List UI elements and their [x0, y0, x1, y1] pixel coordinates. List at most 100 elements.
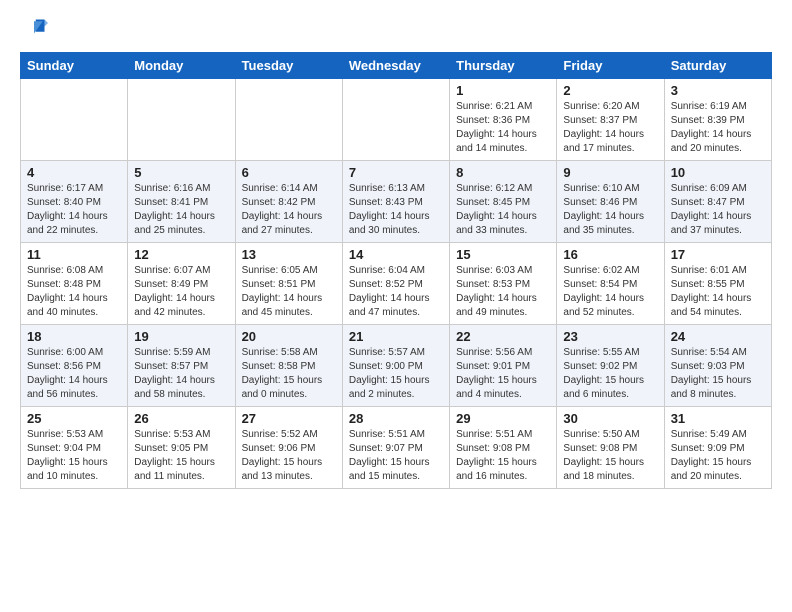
- day-info: Sunrise: 5:55 AM Sunset: 9:02 PM Dayligh…: [563, 346, 657, 402]
- day-info: Sunrise: 5:50 AM Sunset: 9:08 PM Dayligh…: [563, 428, 657, 484]
- day-cell: [21, 79, 128, 161]
- day-number: 18: [27, 329, 121, 344]
- day-number: 28: [349, 411, 443, 426]
- day-cell: [128, 79, 235, 161]
- day-cell: 4 Sunrise: 6:17 AM Sunset: 8:40 PM Daylig…: [21, 161, 128, 243]
- day-number: 12: [134, 247, 228, 262]
- day-cell: 31Sunrise: 5:49 AM Sunset: 9:09 PM Dayli…: [664, 407, 771, 489]
- day-cell: 13Sunrise: 6:05 AM Sunset: 8:51 PM Dayli…: [235, 243, 342, 325]
- day-info: Sunrise: 5:49 AM Sunset: 9:09 PM Dayligh…: [671, 428, 765, 484]
- weekday-header-saturday: Saturday: [664, 53, 771, 79]
- day-number: 10: [671, 165, 765, 180]
- day-number: 3: [671, 83, 765, 98]
- day-info: Sunrise: 5:51 AM Sunset: 9:07 PM Dayligh…: [349, 428, 443, 484]
- day-cell: 1 Sunrise: 6:21 AM Sunset: 8:36 PM Daylig…: [450, 79, 557, 161]
- day-cell: 9 Sunrise: 6:10 AM Sunset: 8:46 PM Daylig…: [557, 161, 664, 243]
- day-number: 4: [27, 165, 121, 180]
- day-info: Sunrise: 6:07 AM Sunset: 8:49 PM Dayligh…: [134, 264, 228, 320]
- week-row-5: 25 Sunrise: 5:53 AM Sunset: 9:04 PM Dayli…: [21, 407, 772, 489]
- day-cell: 25 Sunrise: 5:53 AM Sunset: 9:04 PM Dayli…: [21, 407, 128, 489]
- day-cell: 3 Sunrise: 6:19 AM Sunset: 8:39 PM Daylig…: [664, 79, 771, 161]
- header: [20, 16, 772, 44]
- weekday-header-friday: Friday: [557, 53, 664, 79]
- day-cell: 24Sunrise: 5:54 AM Sunset: 9:03 PM Dayli…: [664, 325, 771, 407]
- day-cell: 27Sunrise: 5:52 AM Sunset: 9:06 PM Dayli…: [235, 407, 342, 489]
- day-cell: 28 Sunrise: 5:51 AM Sunset: 9:07 PM Dayli…: [342, 407, 449, 489]
- day-info: Sunrise: 5:53 AM Sunset: 9:05 PM Dayligh…: [134, 428, 228, 484]
- day-cell: 23Sunrise: 5:55 AM Sunset: 9:02 PM Dayli…: [557, 325, 664, 407]
- day-info: Sunrise: 6:13 AM Sunset: 8:43 PM Dayligh…: [349, 182, 443, 238]
- day-info: Sunrise: 6:01 AM Sunset: 8:55 PM Dayligh…: [671, 264, 765, 320]
- weekday-header-monday: Monday: [128, 53, 235, 79]
- day-info: Sunrise: 6:20 AM Sunset: 8:37 PM Dayligh…: [563, 100, 657, 156]
- day-info: Sunrise: 6:04 AM Sunset: 8:52 PM Dayligh…: [349, 264, 443, 320]
- day-info: Sunrise: 6:03 AM Sunset: 8:53 PM Dayligh…: [456, 264, 550, 320]
- day-info: Sunrise: 5:53 AM Sunset: 9:04 PM Dayligh…: [27, 428, 121, 484]
- weekday-header-sunday: Sunday: [21, 53, 128, 79]
- weekday-header-wednesday: Wednesday: [342, 53, 449, 79]
- day-number: 14: [349, 247, 443, 262]
- day-cell: 15 Sunrise: 6:03 AM Sunset: 8:53 PM Dayli…: [450, 243, 557, 325]
- day-cell: 29Sunrise: 5:51 AM Sunset: 9:08 PM Dayli…: [450, 407, 557, 489]
- day-info: Sunrise: 5:57 AM Sunset: 9:00 PM Dayligh…: [349, 346, 443, 402]
- day-cell: 10 Sunrise: 6:09 AM Sunset: 8:47 PM Dayli…: [664, 161, 771, 243]
- day-info: Sunrise: 5:56 AM Sunset: 9:01 PM Dayligh…: [456, 346, 550, 402]
- day-number: 26: [134, 411, 228, 426]
- day-number: 16: [563, 247, 657, 262]
- day-number: 6: [242, 165, 336, 180]
- day-info: Sunrise: 6:00 AM Sunset: 8:56 PM Dayligh…: [27, 346, 121, 402]
- day-cell: 5 Sunrise: 6:16 AM Sunset: 8:41 PM Daylig…: [128, 161, 235, 243]
- day-info: Sunrise: 6:21 AM Sunset: 8:36 PM Dayligh…: [456, 100, 550, 156]
- day-number: 25: [27, 411, 121, 426]
- day-info: Sunrise: 6:09 AM Sunset: 8:47 PM Dayligh…: [671, 182, 765, 238]
- day-info: Sunrise: 6:17 AM Sunset: 8:40 PM Dayligh…: [27, 182, 121, 238]
- day-cell: 19 Sunrise: 5:59 AM Sunset: 8:57 PM Dayli…: [128, 325, 235, 407]
- day-info: Sunrise: 6:14 AM Sunset: 8:42 PM Dayligh…: [242, 182, 336, 238]
- day-number: 30: [563, 411, 657, 426]
- day-cell: 21 Sunrise: 5:57 AM Sunset: 9:00 PM Dayli…: [342, 325, 449, 407]
- week-row-2: 4 Sunrise: 6:17 AM Sunset: 8:40 PM Daylig…: [21, 161, 772, 243]
- day-number: 9: [563, 165, 657, 180]
- day-number: 17: [671, 247, 765, 262]
- logo: [20, 16, 52, 44]
- day-cell: 11 Sunrise: 6:08 AM Sunset: 8:48 PM Dayli…: [21, 243, 128, 325]
- day-number: 1: [456, 83, 550, 98]
- day-cell: 2Sunrise: 6:20 AM Sunset: 8:37 PM Daylig…: [557, 79, 664, 161]
- day-cell: [342, 79, 449, 161]
- day-info: Sunrise: 5:59 AM Sunset: 8:57 PM Dayligh…: [134, 346, 228, 402]
- weekday-header-thursday: Thursday: [450, 53, 557, 79]
- day-cell: [235, 79, 342, 161]
- day-info: Sunrise: 6:10 AM Sunset: 8:46 PM Dayligh…: [563, 182, 657, 238]
- day-number: 5: [134, 165, 228, 180]
- day-number: 20: [242, 329, 336, 344]
- day-cell: 14 Sunrise: 6:04 AM Sunset: 8:52 PM Dayli…: [342, 243, 449, 325]
- day-cell: 26 Sunrise: 5:53 AM Sunset: 9:05 PM Dayli…: [128, 407, 235, 489]
- day-info: Sunrise: 6:19 AM Sunset: 8:39 PM Dayligh…: [671, 100, 765, 156]
- day-info: Sunrise: 6:05 AM Sunset: 8:51 PM Dayligh…: [242, 264, 336, 320]
- page: SundayMondayTuesdayWednesdayThursdayFrid…: [0, 0, 792, 505]
- weekday-header-tuesday: Tuesday: [235, 53, 342, 79]
- week-row-1: 1 Sunrise: 6:21 AM Sunset: 8:36 PM Daylig…: [21, 79, 772, 161]
- day-cell: 6 Sunrise: 6:14 AM Sunset: 8:42 PM Daylig…: [235, 161, 342, 243]
- day-cell: 17 Sunrise: 6:01 AM Sunset: 8:55 PM Dayli…: [664, 243, 771, 325]
- day-info: Sunrise: 6:12 AM Sunset: 8:45 PM Dayligh…: [456, 182, 550, 238]
- calendar-table: SundayMondayTuesdayWednesdayThursdayFrid…: [20, 52, 772, 489]
- day-cell: 12 Sunrise: 6:07 AM Sunset: 8:49 PM Dayli…: [128, 243, 235, 325]
- day-number: 11: [27, 247, 121, 262]
- day-info: Sunrise: 5:51 AM Sunset: 9:08 PM Dayligh…: [456, 428, 550, 484]
- day-cell: 18 Sunrise: 6:00 AM Sunset: 8:56 PM Dayli…: [21, 325, 128, 407]
- day-cell: 20Sunrise: 5:58 AM Sunset: 8:58 PM Dayli…: [235, 325, 342, 407]
- day-number: 19: [134, 329, 228, 344]
- day-number: 15: [456, 247, 550, 262]
- week-row-4: 18 Sunrise: 6:00 AM Sunset: 8:56 PM Dayli…: [21, 325, 772, 407]
- day-cell: 8Sunrise: 6:12 AM Sunset: 8:45 PM Daylig…: [450, 161, 557, 243]
- day-number: 22: [456, 329, 550, 344]
- day-info: Sunrise: 6:16 AM Sunset: 8:41 PM Dayligh…: [134, 182, 228, 238]
- day-number: 21: [349, 329, 443, 344]
- week-row-3: 11 Sunrise: 6:08 AM Sunset: 8:48 PM Dayli…: [21, 243, 772, 325]
- day-info: Sunrise: 5:52 AM Sunset: 9:06 PM Dayligh…: [242, 428, 336, 484]
- day-cell: 7Sunrise: 6:13 AM Sunset: 8:43 PM Daylig…: [342, 161, 449, 243]
- day-info: Sunrise: 6:08 AM Sunset: 8:48 PM Dayligh…: [27, 264, 121, 320]
- day-cell: 30 Sunrise: 5:50 AM Sunset: 9:08 PM Dayli…: [557, 407, 664, 489]
- logo-icon: [20, 16, 48, 44]
